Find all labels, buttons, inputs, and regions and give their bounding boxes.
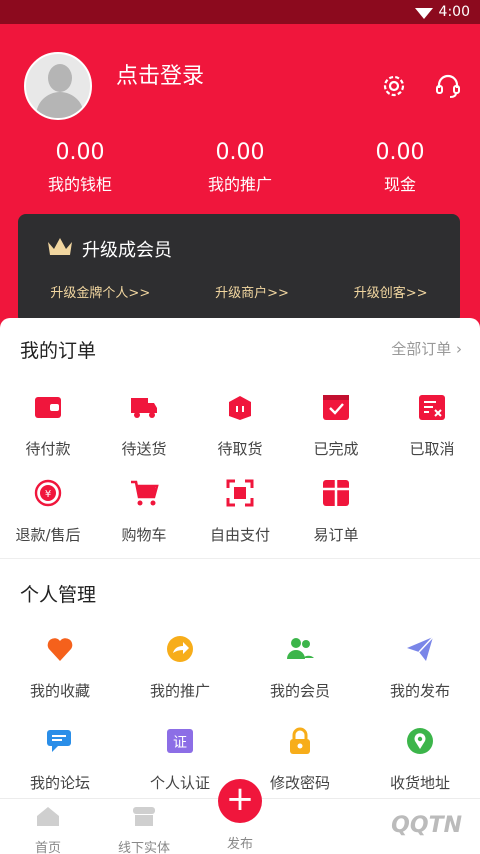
paper-plane-icon [407,636,434,661]
heart-icon [47,638,73,661]
order-refund[interactable]: ¥ 退款/售后 [0,478,96,545]
personal-label: 我的论坛 [29,774,90,792]
orders-title: 我的订单 [20,340,97,362]
check-box-icon [323,395,349,420]
all-orders-link[interactable]: 全部订单 › [391,338,462,359]
easy-order[interactable]: 易订单 [288,478,384,545]
personal-label: 修改密码 [269,774,330,792]
personal-members[interactable]: 我的会员 [252,634,348,701]
scan-icon [226,479,254,507]
personal-label: 我的发布 [389,682,450,700]
tab-label: 首页 [34,841,61,854]
package-icon [229,396,251,420]
personal-forum[interactable]: 我的论坛 [12,726,108,793]
order-box-icon [323,480,349,506]
order-label: 自由支付 [209,526,270,544]
location-pin-icon [407,728,433,754]
personal-title: 个人管理 [20,584,97,606]
personal-change-password[interactable]: 修改密码 [252,726,348,793]
order-label: 购物车 [121,526,167,544]
login-link[interactable]: 点击登录 [116,58,204,90]
store-icon [133,807,155,826]
home-icon [37,807,59,826]
content-card: 我的订单 全部订单 › 待付款 待送货 待取货 已完成 已取消 ¥ 退款/售后 … [0,318,480,798]
free-payment[interactable]: 自由支付 [192,478,288,545]
personal-label: 我的推广 [149,682,210,700]
vip-link-gold[interactable]: 升级金牌个人>> [50,282,150,301]
publish-button[interactable]: + [218,779,262,823]
personal-label: 我的收藏 [29,682,90,700]
truck-icon [131,398,157,418]
vip-links: 升级金牌个人>> 升级商户>> 升级创客>> [18,282,460,301]
stat-wallet[interactable]: 0.00 我的钱柜 [0,140,160,195]
personal-promotion[interactable]: 我的推广 [132,634,228,701]
order-cancelled[interactable]: 已取消 [384,392,480,459]
all-orders-label: 全部订单 [391,340,452,358]
cancel-list-icon [419,395,445,420]
status-time: 4:00 [438,4,470,20]
wifi-icon [414,7,433,19]
refund-icon: ¥ [34,479,62,507]
tab-offline-store[interactable]: 线下实体 [96,805,192,854]
personal-address[interactable]: 收货地址 [372,726,468,793]
order-label: 待送货 [121,440,167,458]
tab-home[interactable]: 首页 [0,805,96,854]
stats-row: 0.00 我的钱柜 0.00 我的推广 0.00 现金 [0,140,480,195]
stat-value: 0.00 [55,140,105,165]
stat-label: 我的钱柜 [47,175,112,194]
share-arrow-icon [167,636,193,662]
watermark-logo: QQTN [391,813,462,838]
stat-label: 现金 [383,175,416,194]
order-label: 待付款 [25,440,71,458]
status-bar: 4:00 [0,0,480,24]
stat-promotion[interactable]: 0.00 我的推广 [160,140,320,195]
stat-cash[interactable]: 0.00 现金 [320,140,480,195]
chat-icon [47,730,71,752]
order-pending-pickup[interactable]: 待取货 [192,392,288,459]
vip-upgrade-card[interactable]: 升级成会员 升级金牌个人>> 升级商户>> 升级创客>> [18,214,460,324]
section-divider [0,558,480,559]
personal-posts[interactable]: 我的发布 [372,634,468,701]
vip-link-creator[interactable]: 升级创客>> [354,282,428,301]
stat-label: 我的推广 [207,175,272,194]
order-pending-delivery[interactable]: 待送货 [96,392,192,459]
vip-link-merchant[interactable]: 升级商户>> [215,282,289,301]
crown-icon [48,238,72,255]
order-label: 易订单 [313,526,359,544]
stat-value: 0.00 [215,140,265,165]
personal-verification[interactable]: 证 个人认证 [132,726,228,793]
order-completed[interactable]: 已完成 [288,392,384,459]
cart-icon [131,480,159,506]
order-label: 已完成 [313,440,359,458]
bottom-tab-bar: 首页 线下实体 + 发布 QQTN [0,779,480,854]
personal-favorites[interactable]: 我的收藏 [12,634,108,701]
stat-value: 0.00 [375,140,425,165]
order-pending-payment[interactable]: 待付款 [0,392,96,459]
profile-header: 点击登录 0.00 我的钱柜 0.00 我的推广 0.00 现金 升级成会员 升… [0,24,480,334]
shopping-cart[interactable]: 购物车 [96,478,192,545]
order-label: 退款/售后 [15,526,81,544]
svg-text:证: 证 [173,735,187,751]
svg-text:¥: ¥ [45,489,51,500]
personal-label: 个人认证 [149,774,210,792]
avatar[interactable] [24,52,92,120]
chevron-right-icon: › [456,340,462,358]
vip-title: 升级成会员 [82,240,172,261]
users-icon [287,638,314,659]
personal-label: 收货地址 [389,774,450,792]
settings-gear-icon[interactable] [380,72,408,100]
order-label: 待取货 [217,440,263,458]
customer-service-headset-icon[interactable] [434,72,462,100]
personal-label: 我的会员 [269,682,330,700]
wallet-icon [35,397,61,418]
tab-label: 线下实体 [117,841,170,854]
order-label: 已取消 [409,440,455,458]
tab-label: 发布 [226,837,253,852]
lock-icon [290,727,310,754]
certificate-icon: 证 [167,729,193,753]
